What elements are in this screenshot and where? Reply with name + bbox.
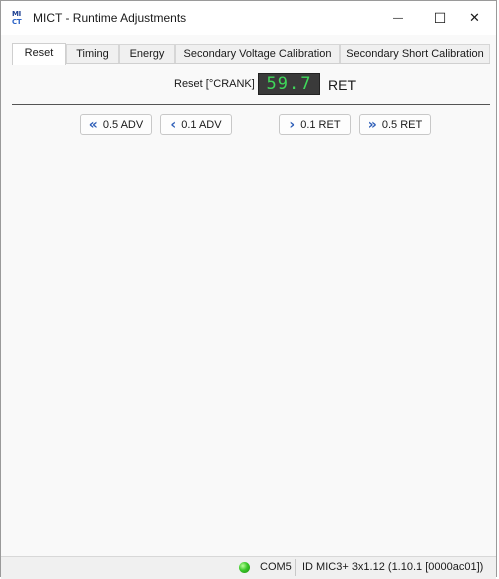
retard-0-1-button[interactable]: › 0.1 RET xyxy=(279,114,351,135)
window-title: MICT - Runtime Adjustments xyxy=(33,11,187,25)
double-chevron-right-icon: » xyxy=(367,116,377,133)
connection-status-led-icon xyxy=(239,562,250,573)
chevron-right-icon: › xyxy=(289,116,296,133)
status-separator xyxy=(295,559,296,576)
tab-bar: Reset Timing Energy Secondary Voltage Ca… xyxy=(12,43,490,65)
tab-reset[interactable]: Reset xyxy=(12,43,66,65)
tab-secondary-voltage-calibration[interactable]: Secondary Voltage Calibration xyxy=(175,44,340,64)
close-icon: ✕ xyxy=(469,10,480,25)
tab-energy[interactable]: Energy xyxy=(119,44,175,64)
retard-0-1-label: 0.1 RET xyxy=(300,118,341,131)
mict-app-icon: MI CT xyxy=(12,10,22,26)
minimize-icon: — xyxy=(393,12,403,24)
retard-0-5-label: 0.5 RET xyxy=(381,118,423,131)
tab-timing[interactable]: Timing xyxy=(66,44,119,64)
chevron-left-icon: ‹ xyxy=(170,116,177,133)
advance-0-1-label: 0.1 ADV xyxy=(181,118,222,131)
minimize-button[interactable]: — xyxy=(375,1,421,35)
divider xyxy=(12,104,490,105)
advance-0-1-button[interactable]: ‹ 0.1 ADV xyxy=(160,114,232,135)
retard-0-5-button[interactable]: » 0.5 RET xyxy=(359,114,431,135)
status-device-id: ID MIC3+ 3x1.12 (1.10.1 [0000ac01]) xyxy=(302,561,484,573)
runtime-adjustments-window: MI CT MICT - Runtime Adjustments — ☐ ✕ R… xyxy=(0,0,497,579)
reset-label: Reset [°CRANK] xyxy=(174,78,255,90)
title-bar[interactable]: MI CT MICT - Runtime Adjustments — ☐ ✕ xyxy=(1,1,496,35)
advance-0-5-label: 0.5 ADV xyxy=(102,118,144,131)
reset-unit: RET xyxy=(328,77,356,93)
double-chevron-left-icon: « xyxy=(88,116,98,133)
status-port: COM5 xyxy=(260,561,292,573)
maximize-icon: ☐ xyxy=(433,9,447,26)
close-button[interactable]: ✕ xyxy=(452,1,497,35)
reset-tab-panel: Reset [°CRANK] 59.7 RET « 0.5 ADV ‹ 0.1 … xyxy=(12,63,490,552)
advance-0-5-button[interactable]: « 0.5 ADV xyxy=(80,114,152,135)
status-bar: COM5 ID MIC3+ 3x1.12 (1.10.1 [0000ac01]) xyxy=(1,556,496,579)
reset-value-display: 59.7 xyxy=(258,73,320,95)
tab-secondary-short-calibration[interactable]: Secondary Short Calibration xyxy=(340,44,490,64)
